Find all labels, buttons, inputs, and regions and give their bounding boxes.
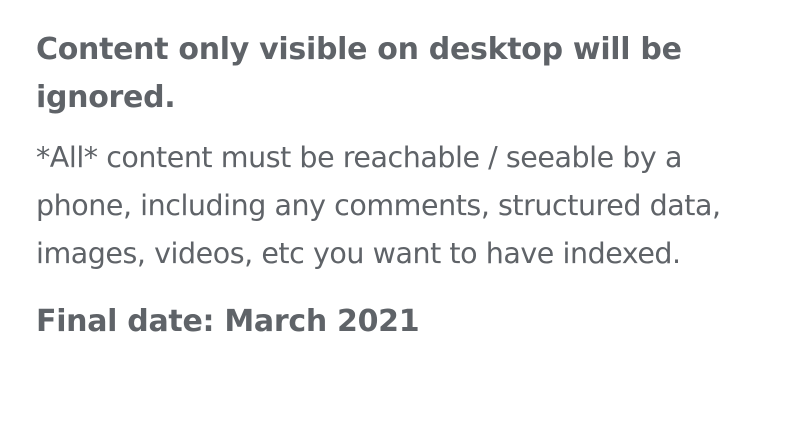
final-date-text: Final date: March 2021 bbox=[36, 304, 420, 339]
heading-text: Content only visible on desktop will be … bbox=[36, 32, 682, 115]
document-page: Content only visible on desktop will be … bbox=[0, 0, 811, 438]
body-paragraph: *All* content must be reachable / seeabl… bbox=[36, 141, 721, 270]
